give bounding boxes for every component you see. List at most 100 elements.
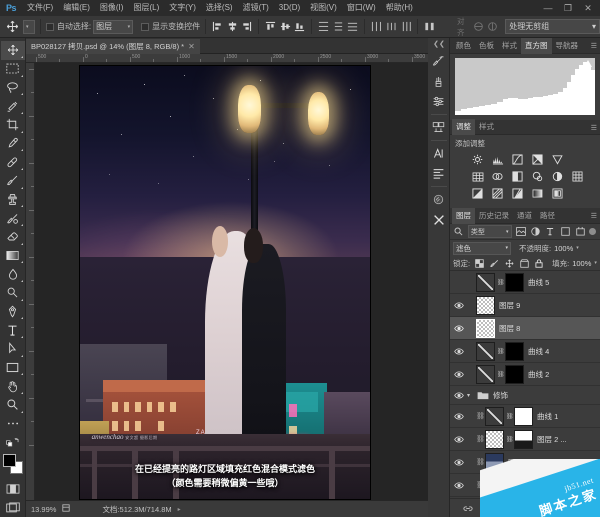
layer-mask-thumbnail[interactable] — [505, 364, 524, 384]
channel-mixer-icon[interactable] — [549, 169, 566, 184]
properties-panel-icon[interactable] — [429, 190, 449, 209]
auto-select-scope-select[interactable]: 图层 ▾ — [93, 19, 134, 34]
delete-layer-icon[interactable] — [576, 502, 588, 514]
distribute-horizontal-centers-icon[interactable] — [385, 19, 398, 35]
tab-layers[interactable]: 图层 — [452, 207, 475, 224]
layer-filter-type-select[interactable]: 类型 ▾ — [467, 225, 512, 238]
eyedropper-tool[interactable] — [1, 134, 25, 153]
horizontal-type-tool[interactable] — [1, 321, 25, 340]
mask-link-icon[interactable]: ⛓ — [497, 348, 505, 355]
align-horizontal-centers-icon[interactable] — [226, 19, 239, 35]
layer-name[interactable]: 图层 9 — [497, 300, 520, 311]
table-row[interactable]: ⛓ ⛓ 曲线 3 — [450, 474, 600, 497]
levels-icon[interactable] — [489, 152, 506, 167]
layer-thumbnail[interactable] — [476, 364, 495, 384]
table-row[interactable]: ▾ 修饰 — [450, 386, 600, 405]
close-tab-icon[interactable]: ✕ — [188, 42, 195, 51]
edit-toolbar-button[interactable] — [1, 414, 25, 433]
photo-filter-icon[interactable] — [529, 169, 546, 184]
default-swap-colors[interactable] — [1, 433, 25, 452]
eraser-tool[interactable] — [1, 228, 25, 247]
table-row[interactable]: ⛓ ⛓ 图层 2 ... — [450, 428, 600, 451]
menu-window[interactable]: 窗口(W) — [342, 0, 381, 16]
panel-menu-icon[interactable]: ☰ — [591, 212, 597, 220]
distribute-bottom-edges-icon[interactable] — [347, 19, 360, 35]
menu-file[interactable]: 文件(F) — [22, 0, 58, 16]
layer-mask-thumbnail[interactable] — [514, 475, 533, 495]
filter-shape-icon[interactable] — [559, 225, 571, 238]
table-row[interactable]: ⛓ 曲线 4 — [450, 340, 600, 363]
layer-style-icon[interactable]: f — [481, 502, 493, 514]
close-dock-icon[interactable] — [429, 210, 449, 229]
history-brush-tool[interactable] — [1, 209, 25, 228]
table-row[interactable]: 图层 8 — [450, 317, 600, 340]
layer-visibility-toggle[interactable] — [452, 451, 465, 474]
new-group-icon[interactable] — [538, 502, 550, 514]
path-selection-tool[interactable] — [1, 340, 25, 359]
artboard[interactable]: ZAL anwenchao 安文超 摄影后期 在已经提亮的路灯区域填充红色混合模… — [80, 66, 370, 499]
new-layer-icon[interactable] — [557, 502, 569, 514]
layer-visibility-toggle[interactable] — [452, 363, 465, 386]
align-bottom-edges-icon[interactable] — [294, 19, 307, 35]
canvas-area[interactable]: ZAL anwenchao 安文超 摄影后期 在已经提亮的路灯区域填充红色混合模… — [35, 63, 437, 500]
fill-value[interactable]: 100% — [572, 259, 591, 268]
distribute-vertical-centers-icon[interactable] — [332, 19, 345, 35]
filter-enable-toggle[interactable] — [589, 228, 596, 235]
menu-type[interactable]: 文字(Y) — [164, 0, 201, 16]
layer-visibility-toggle[interactable] — [452, 405, 465, 428]
lock-all-icon[interactable] — [533, 257, 545, 270]
horizontal-ruler[interactable]: 500 0 500 1000 1500 2000 2500 3000 3500 — [26, 54, 437, 63]
layer-name[interactable]: 曲线 1 — [535, 411, 558, 422]
filter-smart-icon[interactable] — [574, 225, 586, 238]
layer-comps-panel-icon[interactable] — [429, 118, 449, 137]
hue-saturation-icon[interactable] — [469, 169, 486, 184]
menu-filter[interactable]: 滤镜(T) — [238, 0, 274, 16]
screen-mode[interactable] — [1, 498, 25, 517]
search-icon[interactable] — [453, 225, 465, 238]
layer-name[interactable]: 曲线 2 — [526, 369, 549, 380]
layer-thumbnail[interactable] — [485, 429, 504, 449]
distribute-left-edges-icon[interactable] — [370, 19, 383, 35]
lock-position-icon[interactable] — [503, 257, 515, 270]
arrange-documents-select[interactable]: 处理无剪组 ▾ — [505, 19, 600, 34]
tab-swatches[interactable]: 色板 — [475, 38, 498, 54]
maximize-icon[interactable]: ❐ — [558, 0, 578, 16]
tab-color[interactable]: 颜色 — [452, 38, 475, 54]
layer-name[interactable]: 曲线 4 — [526, 346, 549, 357]
gradient-map-icon[interactable] — [529, 186, 546, 201]
mask-link-icon[interactable]: ⛓ — [506, 413, 514, 420]
tab-history[interactable]: 历史记录 — [475, 208, 513, 224]
layer-visibility-toggle[interactable] — [452, 474, 465, 497]
filter-adjustment-icon[interactable] — [529, 225, 541, 238]
layer-name[interactable]: 图层 8 — [497, 323, 520, 334]
quick-selection-tool[interactable] — [1, 97, 25, 116]
group-disclosure-arrow[interactable]: ▾ — [467, 392, 474, 399]
blend-mode-select[interactable]: 滤色 ▾ — [453, 241, 511, 255]
tab-adjustments[interactable]: 调整 — [452, 119, 475, 135]
layer-name[interactable]: 曲线 3 — [535, 480, 558, 491]
menu-image[interactable]: 图像(I) — [95, 0, 129, 16]
adjustments-panel-icon[interactable] — [429, 92, 449, 111]
paragraph-panel-icon[interactable] — [429, 164, 449, 183]
layer-thumbnail[interactable] — [485, 452, 504, 472]
selective-color-icon[interactable] — [549, 186, 566, 201]
mask-link-icon[interactable]: ⛓ — [497, 279, 505, 286]
align-left-edges-icon[interactable] — [211, 19, 224, 35]
align-right-edges-icon[interactable] — [240, 19, 253, 35]
show-transform-checkbox[interactable]: 显示变换控件 — [141, 21, 200, 32]
close-icon[interactable]: ✕ — [578, 0, 598, 16]
panel-menu-icon[interactable]: ☰ — [591, 42, 597, 50]
quick-mask-mode[interactable] — [1, 480, 25, 499]
histogram-refresh-icon[interactable] — [584, 60, 592, 67]
new-adjustment-icon[interactable] — [519, 502, 531, 514]
tab-paths[interactable]: 路径 — [536, 208, 559, 224]
color-balance-icon[interactable] — [489, 169, 506, 184]
posterize-icon[interactable] — [489, 186, 506, 201]
lock-transparent-icon[interactable] — [473, 257, 485, 270]
document-tab[interactable]: BP028127 拷贝.psd @ 14% (图层 8, RGB/8) * ✕ — [26, 39, 200, 54]
gradient-tool[interactable] — [1, 246, 25, 265]
menu-help[interactable]: 帮助(H) — [381, 0, 418, 16]
layer-thumbnail[interactable] — [476, 295, 495, 315]
curves-icon[interactable] — [509, 152, 526, 167]
filter-pixel-icon[interactable] — [515, 225, 527, 238]
